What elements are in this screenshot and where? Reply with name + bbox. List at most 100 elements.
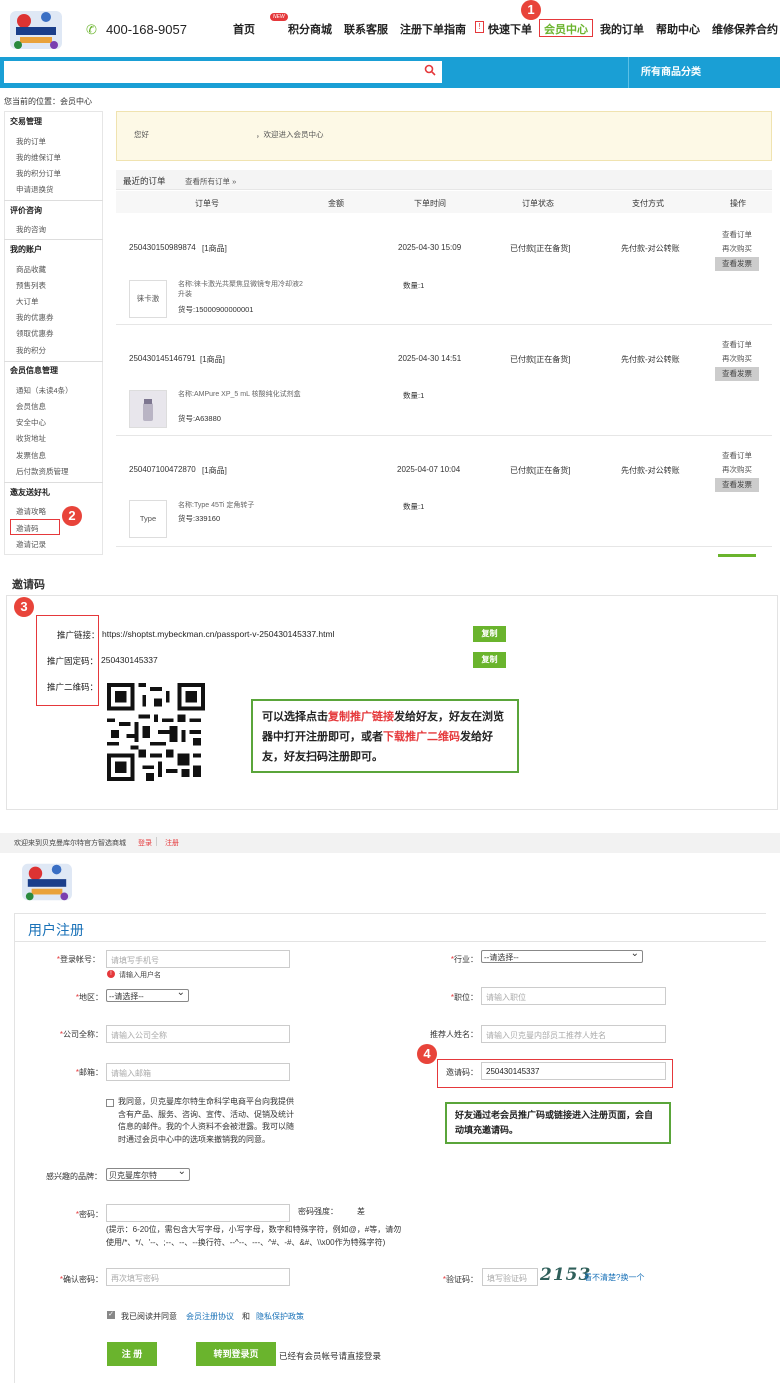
view-order-link[interactable]: 查看订单 <box>712 450 762 461</box>
sidebar-item-points[interactable]: 我的积分 <box>16 345 46 356</box>
sidebar-item-consult[interactable]: 我的咨询 <box>16 224 46 235</box>
sidebar-item-big-order[interactable]: 大订单 <box>16 296 39 307</box>
nav-customer-service[interactable]: 联系客服 <box>344 21 388 37</box>
product-qty: 数量:1 <box>403 391 425 400</box>
sidebar-item-address[interactable]: 收货地址 <box>16 433 46 444</box>
register-logo[interactable] <box>18 858 76 906</box>
nav-points-mall[interactable]: 积分商城 <box>288 21 332 37</box>
order-status: 已付款[正在备货] <box>510 355 571 364</box>
sidebar-item-member-info[interactable]: 会员信息 <box>16 401 46 412</box>
sidebar-item-favorites[interactable]: 商品收藏 <box>16 264 46 275</box>
industry-select[interactable]: --请选择-- <box>481 948 643 963</box>
promo-link[interactable]: https://shoptst.mybeckman.cn/passport-v-… <box>102 629 334 639</box>
copy-link-button[interactable]: 复制 <box>473 626 506 642</box>
nav-my-orders[interactable]: 我的订单 <box>600 21 644 37</box>
sidebar-item-invite-guide[interactable]: 邀请攻略 <box>16 506 46 517</box>
product-name[interactable]: 名称:AMPure XP_5 mL 核酸纯化试剂盒 <box>178 390 303 400</box>
consent-text: 我同意，贝克曼库尔特生命科学电商平台向我提供含有产品、服务、咨询、宣传、活动、促… <box>118 1097 294 1144</box>
sidebar-item-maint-orders[interactable]: 我的维保订单 <box>16 152 61 163</box>
sidebar-divider <box>4 482 103 483</box>
sidebar-item-invite-records[interactable]: 邀请记录 <box>16 539 46 550</box>
brand-select[interactable]: 贝克曼库尔特 <box>106 1166 190 1181</box>
sidebar-item-postpay[interactable]: 后付款资质管理 <box>16 466 69 477</box>
go-to-login-button[interactable]: 转到登录页 <box>196 1342 276 1366</box>
search-icon[interactable] <box>424 64 436 76</box>
search-input[interactable] <box>4 61 442 83</box>
company-input[interactable]: 请输入公司全称 <box>106 1025 290 1043</box>
product-name[interactable]: 名称:Type 45Ti 定角转子 <box>178 501 303 511</box>
product-name[interactable]: 名称:徕卡激光共聚焦显微镜专用冷却液2升装 <box>178 280 303 300</box>
nav-order-guide[interactable]: 注册下单指南 <box>400 21 466 37</box>
register-topbar-signup[interactable]: 注册 <box>165 838 179 848</box>
register-submit-button[interactable]: 注 册 <box>107 1342 157 1366</box>
view-invoice-button[interactable]: 查看发票 <box>715 478 759 492</box>
welcome-suffix: ，欢迎进入会员中心 <box>256 130 324 139</box>
copy-code-button[interactable]: 复制 <box>473 652 506 668</box>
email-input[interactable]: 请输入邮箱 <box>106 1063 290 1081</box>
promo-qr-label: 推广二维码： <box>47 682 99 692</box>
consent-checkbox[interactable] <box>106 1099 114 1107</box>
region-select[interactable]: --请选择-- <box>106 987 189 1002</box>
referrer-input[interactable]: 请输入贝克曼内部员工推荐人姓名 <box>481 1025 666 1043</box>
view-all-orders-link[interactable]: 查看所有订单 » <box>185 176 236 187</box>
product-thumbnail[interactable] <box>129 390 167 428</box>
promo-code-label: 推广固定码： <box>47 656 99 666</box>
agree-privacy-link[interactable]: 隐私保护政策 <box>256 1311 304 1322</box>
sidebar-item-get-coupons[interactable]: 领取优惠券 <box>16 328 54 339</box>
welcome-banner <box>116 111 772 161</box>
position-input[interactable]: 请输入职位 <box>481 987 666 1005</box>
invite-code-input[interactable]: 250430145337 <box>481 1062 666 1080</box>
order-id[interactable]: 250430145146791 <box>129 354 196 363</box>
note-highlight-qr: 下载推广二维码 <box>383 731 460 743</box>
sidebar-item-my-orders[interactable]: 我的订单 <box>16 136 46 147</box>
order-id[interactable]: 250430150989874 <box>129 243 196 252</box>
reagent-bottle-icon <box>130 391 166 427</box>
orders-tab[interactable]: 最近的订单 <box>123 175 166 187</box>
product-thumbnail[interactable]: Type <box>129 500 167 538</box>
view-invoice-button[interactable]: 查看发票 <box>715 257 759 271</box>
go-to-login-note: 已经有会员帐号请直接登录 <box>279 1351 382 1361</box>
password-input[interactable] <box>106 1204 290 1222</box>
confirm-password-input[interactable]: 再次填写密码 <box>106 1268 290 1286</box>
register-topbar-login[interactable]: 登录 <box>138 838 152 848</box>
sidebar-item-coupons[interactable]: 我的优惠券 <box>16 312 54 323</box>
sidebar-item-points-orders[interactable]: 我的积分订单 <box>16 168 61 179</box>
nav-quick-order[interactable]: 快速下单 <box>488 21 532 37</box>
captcha-image[interactable]: 2153 <box>540 1265 590 1287</box>
sidebar-item-returns[interactable]: 申请退换货 <box>16 184 54 195</box>
captcha-refresh-link[interactable]: 看不清楚?换一个 <box>584 1272 644 1283</box>
password-hint: (提示：6-20位，需包含大写字母，小写字母，数字和特殊字符，例如@，#等，请勿… <box>106 1225 402 1247</box>
order-item-count: [1商品] <box>200 355 225 364</box>
site-logo[interactable] <box>6 5 66 55</box>
password-strength-label: 密码强度： <box>298 1207 338 1216</box>
order-id[interactable]: 250407100472870 <box>129 465 196 474</box>
product-thumbnail[interactable]: 徕卡激 <box>129 280 167 318</box>
all-categories[interactable]: 所有商品分类 <box>628 57 771 88</box>
nav-help-center[interactable]: 帮助中心 <box>656 21 700 37</box>
view-order-link[interactable]: 查看订单 <box>712 339 762 350</box>
promo-qr-code[interactable] <box>106 683 206 781</box>
sidebar-item-presale[interactable]: 预售列表 <box>16 280 46 291</box>
buy-again-link[interactable]: 再次购买 <box>712 353 762 364</box>
nav-home[interactable]: 首页 <box>233 21 255 37</box>
sidebar-item-security[interactable]: 安全中心 <box>16 417 46 428</box>
view-invoice-button[interactable]: 查看发票 <box>715 367 759 381</box>
col-order-status: 订单状态 <box>522 199 554 208</box>
account-input[interactable]: 请填写手机号 <box>106 950 290 968</box>
invite-panel-title: 邀请码 <box>12 579 45 591</box>
order-payment: 先付款-对公转账 <box>621 355 680 364</box>
order-status: 已付款[正在备货] <box>510 466 571 475</box>
sidebar-item-invoice[interactable]: 发票信息 <box>16 450 46 461</box>
agree-terms-link[interactable]: 会员注册协议 <box>186 1311 234 1322</box>
col-actions: 操作 <box>730 199 746 208</box>
captcha-input[interactable]: 填写验证码 <box>482 1268 538 1286</box>
sidebar-group-member-info: 会员信息管理 <box>10 366 58 375</box>
highlight-member-center <box>539 19 593 37</box>
nav-maintenance-contract[interactable]: 维修保养合约 <box>712 21 778 37</box>
buy-again-link[interactable]: 再次购买 <box>712 464 762 475</box>
agree-checkbox[interactable]: ✓ <box>107 1311 115 1319</box>
sidebar-item-notices[interactable]: 通知（未读4条） <box>16 385 73 396</box>
welcome-prefix: 您好 <box>134 130 149 139</box>
buy-again-link[interactable]: 再次购买 <box>712 243 762 254</box>
view-order-link[interactable]: 查看订单 <box>712 229 762 240</box>
